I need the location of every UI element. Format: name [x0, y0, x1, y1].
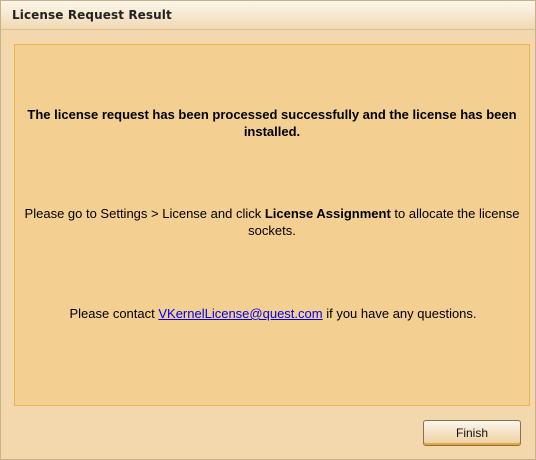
success-message: The license request has been processed s… — [27, 107, 517, 139]
license-request-result-dialog: License Request Result The license reque… — [0, 0, 536, 460]
contact-suffix: if you have any questions. — [322, 306, 477, 321]
dialog-titlebar: License Request Result — [1, 1, 535, 30]
settings-instruction-prefix: Please go to Settings > License and clic… — [24, 206, 265, 221]
contact-prefix: Please contact — [69, 306, 159, 321]
license-assignment-label: License Assignment — [264, 206, 391, 221]
finish-button[interactable]: Finish — [423, 420, 521, 446]
message-panel: The license request has been processed s… — [14, 44, 530, 406]
contact-message: Please contact VKernelLicense@quest.com … — [8, 305, 536, 322]
dialog-title: License Request Result — [12, 8, 172, 22]
settings-instruction: Please go to Settings > License and clic… — [15, 205, 529, 239]
license-email-link[interactable]: VKernelLicense@quest.com — [158, 306, 322, 321]
